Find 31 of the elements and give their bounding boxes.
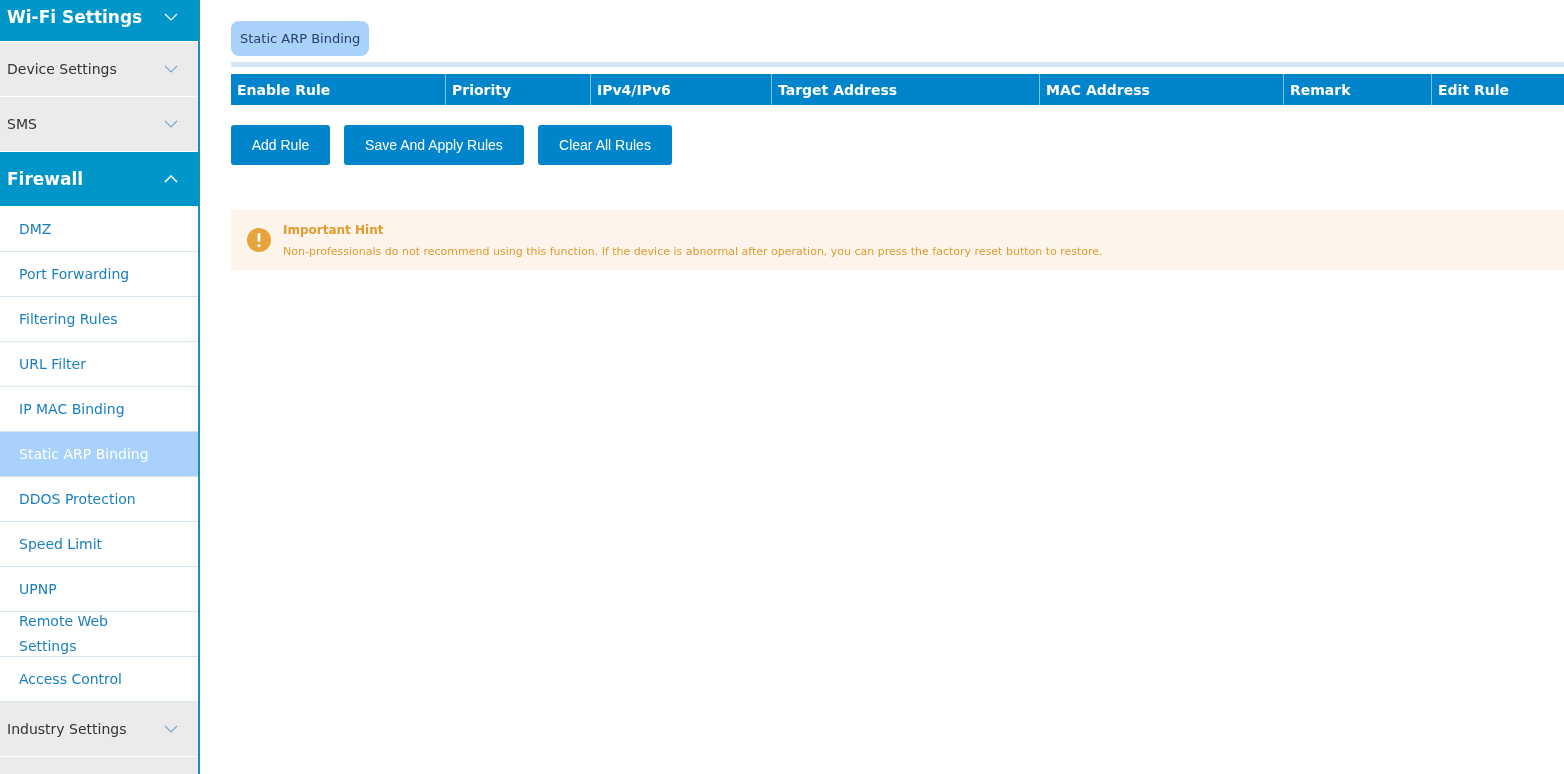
chevron-icon: [164, 175, 178, 183]
column-header: Enable Rule: [236, 80, 332, 100]
menu-item[interactable]: Filtering Rules: [0, 297, 198, 342]
menu-item[interactable]: DDOS Protection: [0, 477, 198, 522]
column-header: IPv4/IPv6: [590, 74, 771, 105]
column-header: Edit Rule: [1431, 74, 1564, 105]
menu-item[interactable]: IP MAC Binding: [0, 387, 198, 432]
chevron-icon: [164, 120, 178, 128]
action-button[interactable]: Add Rule: [231, 125, 330, 165]
column-header: MAC Address: [1039, 74, 1283, 105]
menu-item[interactable]: Remote Web Settings: [0, 612, 198, 657]
warning-icon: [247, 228, 271, 252]
column-header: Remark: [1283, 74, 1431, 105]
column-header: Target Address: [771, 74, 1039, 105]
chevron-icon: [164, 65, 178, 73]
menu-item[interactable]: Port Forwarding: [0, 252, 198, 297]
menu-group[interactable]: Wi-Fi Settings: [0, 0, 198, 42]
chevron-icon: [164, 12, 178, 21]
menu-item[interactable]: Speed Limit: [0, 522, 198, 567]
menu-group[interactable]: Firewall: [0, 152, 198, 207]
chevron-icon: [164, 725, 178, 733]
column-header: Priority: [445, 74, 590, 105]
hint-title: Important Hint: [283, 222, 385, 237]
tab[interactable]: Static ARP Binding: [231, 21, 370, 56]
menu-item[interactable]: DMZ: [0, 207, 198, 252]
action-button[interactable]: Clear All Rules: [538, 125, 672, 165]
menu-item[interactable]: UPNP: [0, 567, 198, 612]
menu-item[interactable]: URL Filter: [0, 342, 198, 387]
action-button[interactable]: Save And Apply Rules: [344, 125, 524, 165]
menu-item[interactable]: Access Control: [0, 657, 198, 702]
hint-text: Non-professionals do not recommend using this function. If the device is abnormal after operation, you can press the factory reset button to restore.: [283, 244, 1103, 258]
